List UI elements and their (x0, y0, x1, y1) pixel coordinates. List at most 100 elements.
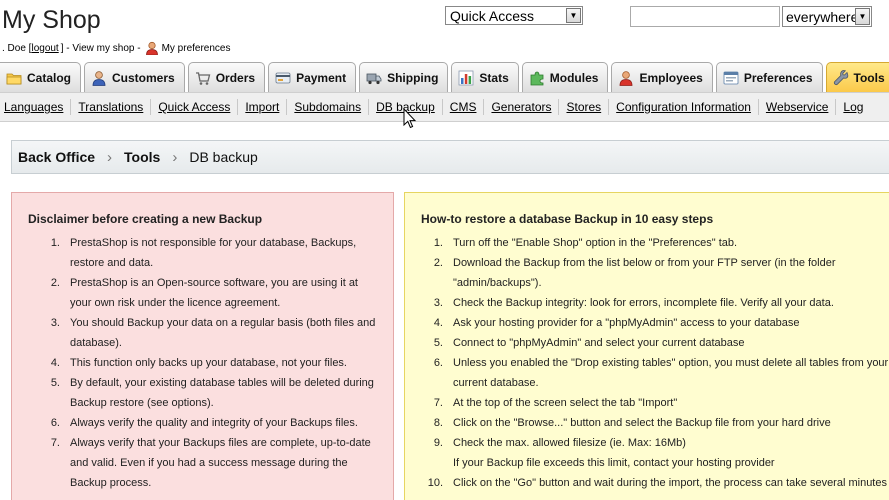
list-item: 4. Ask your hosting provider for a "phpMy… (421, 313, 875, 333)
main-tabs: Catalog Customers Orders Payment Shippin… (0, 62, 889, 92)
step-text-line: Ask your hosting provider for a "phpMyAd… (453, 317, 800, 329)
user-bar: . Doe [ logout ] - View my shop - My pre… (2, 41, 231, 56)
my-preferences-link[interactable]: My preferences (162, 43, 231, 54)
step-text: Check the max. allowed filesize (ie. Max… (453, 433, 775, 473)
step-text: Unless you enabled the "Drop existing ta… (453, 353, 888, 393)
quick-access-value: Quick Access (450, 7, 535, 24)
tab-tools[interactable]: Tools (825, 62, 889, 92)
payment-icon (275, 70, 291, 86)
user-icon (145, 41, 159, 56)
search-scope-select[interactable]: everywhere ▼ (782, 6, 872, 27)
tab-payment[interactable]: Payment (268, 62, 357, 92)
subnav-subdomains[interactable]: Subdomains (287, 99, 370, 115)
breadcrumb-tools[interactable]: Tools (118, 149, 166, 165)
tab-preferences[interactable]: Preferences (715, 62, 823, 92)
tab-modules[interactable]: Modules (521, 62, 609, 92)
subnav-import[interactable]: Import (238, 99, 288, 115)
list-item: 5. Connect to "phpMyAdmin" and select you… (421, 333, 875, 353)
list-item: 3. Check the Backup integrity: look for e… (421, 293, 875, 313)
stats-icon (458, 70, 474, 86)
subnav-webservice[interactable]: Webservice (759, 99, 837, 115)
step-number: 5. (433, 337, 443, 349)
list-item: 6. Always verify the quality and integrit… (50, 417, 358, 429)
step-number: 3. (433, 297, 443, 309)
tab-employees[interactable]: Employees (611, 62, 713, 92)
step-text: Check the Backup integrity: look for err… (453, 293, 834, 313)
shop-title: My Shop (2, 6, 101, 34)
tab-orders[interactable]: Orders (187, 62, 266, 92)
wrench-icon (833, 69, 849, 86)
subnav-cms[interactable]: CMS (443, 99, 485, 115)
breadcrumb-back-office[interactable]: Back Office (12, 149, 101, 165)
tab-shipping[interactable]: Shipping (359, 62, 449, 92)
view-shop-text: ] - View my shop - (60, 42, 141, 54)
search-scope-value: everywhere (786, 8, 859, 25)
subnav-stores[interactable]: Stores (559, 99, 610, 115)
list-item: 8. Click on the "Browse..." button and se… (421, 413, 875, 433)
list-item: 10. Click on the "Go" button and wait dur… (421, 473, 887, 493)
chevron-down-icon[interactable]: ▼ (566, 8, 581, 23)
disclaimer-title: Disclaimer before creating a new Backup (28, 212, 263, 226)
tab-customers[interactable]: Customers (84, 62, 185, 92)
step-number: 1. (433, 237, 443, 249)
breadcrumb: Back Office › Tools › DB backup (11, 140, 889, 174)
list-item: 2. PrestaShop is an Open-source software,… (50, 277, 358, 309)
list-item: 2. Download the Backup from the list belo… (421, 253, 875, 293)
tab-label: Modules (549, 70, 599, 85)
step-text: Ask your hosting provider for a "phpMyAd… (453, 313, 800, 333)
subnav-languages[interactable]: Languages (0, 99, 72, 115)
howto-list: 1. Turn off the "Enable Shop" option in t… (421, 233, 889, 493)
disclaimer-panel: Disclaimer before creating a new Backup … (11, 192, 394, 500)
step-number: 6. (433, 357, 443, 369)
tab-label: Stats (479, 70, 509, 85)
step-text-line: At the top of the screen select the tab … (453, 397, 678, 409)
tab-stats[interactable]: Stats (451, 62, 519, 92)
mouse-cursor-icon (403, 107, 417, 130)
step-text-line: Check the Backup integrity: look for err… (453, 297, 834, 309)
subnav-log[interactable]: Log (836, 99, 870, 115)
step-text-line: "admin/backups"). (453, 277, 542, 289)
disclaimer-list: 1. PrestaShop is not responsible for your… (28, 233, 379, 493)
step-number: 7. (433, 397, 443, 409)
subnav-quick-access[interactable]: Quick Access (151, 99, 239, 115)
subnav-generators[interactable]: Generators (484, 99, 560, 115)
subnav-configuration-information[interactable]: Configuration Information (609, 99, 759, 115)
step-text: Turn off the "Enable Shop" option in the… (453, 233, 737, 253)
folder-icon (6, 70, 22, 86)
step-text-line: Click on the "Go" button and wait during… (453, 477, 887, 489)
tab-label: Payment (296, 70, 347, 85)
tab-label: Preferences (743, 70, 813, 85)
tab-label: Tools (853, 70, 885, 85)
howto-title: How-to restore a database Backup in 10 e… (421, 212, 714, 226)
chevron-down-icon[interactable]: ▼ (855, 8, 870, 25)
step-text-line: current database. (453, 377, 539, 389)
tab-label: Employees (639, 70, 703, 85)
customer-icon (91, 70, 107, 86)
step-text-line: Click on the "Browse..." button and sele… (453, 417, 831, 429)
step-text-line: Connect to "phpMyAdmin" and select your … (453, 337, 745, 349)
step-text: Connect to "phpMyAdmin" and select your … (453, 333, 745, 353)
tab-catalog[interactable]: Catalog (0, 62, 82, 92)
list-item: 4. This function only backs up your datab… (50, 357, 347, 369)
subnav-translations[interactable]: Translations (71, 99, 152, 115)
search-input[interactable] (630, 6, 780, 27)
step-text-line: Turn off the "Enable Shop" option in the… (453, 237, 738, 249)
tab-label: Orders (215, 70, 256, 85)
step-text-line: Download the Backup from the list below … (453, 257, 836, 269)
employee-icon (618, 70, 634, 86)
tab-label: Customers (112, 70, 175, 85)
list-item: 5. By default, your existing database tab… (50, 377, 374, 409)
preferences-icon (723, 70, 739, 86)
tab-label: Shipping (387, 70, 439, 85)
step-text: Click on the "Browse..." button and sele… (453, 413, 831, 433)
quick-access-select[interactable]: Quick Access ▼ (445, 6, 583, 25)
step-text-line: Unless you enabled the "Drop existing ta… (453, 357, 889, 369)
step-number: 10. (427, 477, 443, 489)
step-text-line: If your Backup file exceeds this limit, … (453, 457, 775, 469)
step-number: 8. (433, 417, 443, 429)
logout-link[interactable]: logout (31, 43, 58, 54)
breadcrumb-current: DB backup (189, 149, 258, 165)
list-item: 6. Unless you enabled the "Drop existing … (421, 353, 888, 393)
cart-icon (195, 70, 211, 86)
tools-subnav: Languages Translations Quick Access Impo… (0, 92, 889, 122)
